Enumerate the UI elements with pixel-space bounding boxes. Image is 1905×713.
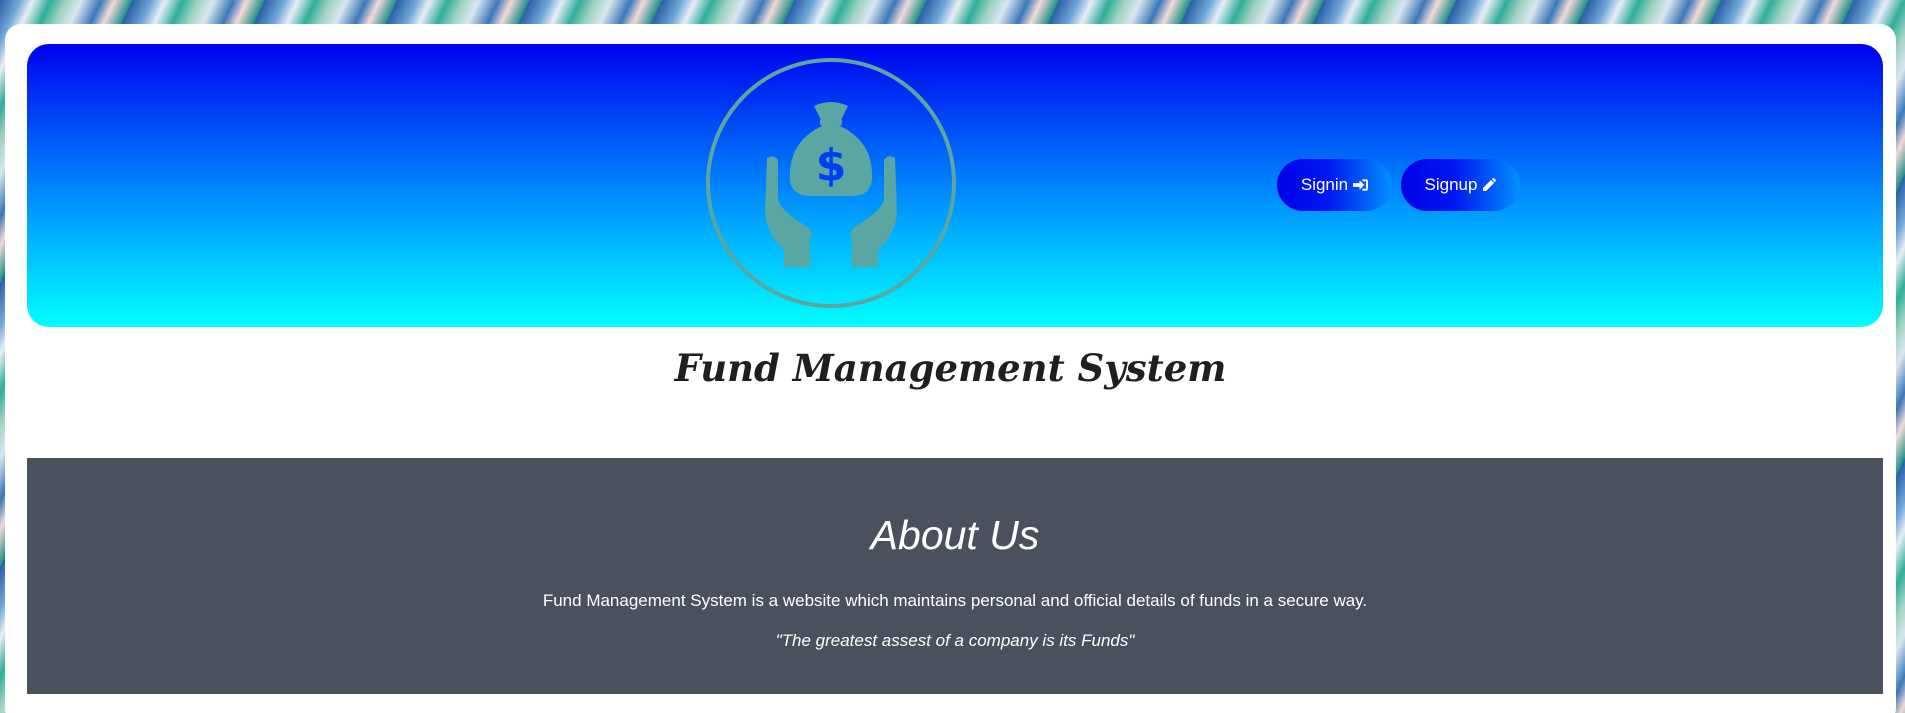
site-logo: $ [706, 58, 956, 308]
pencil-icon [1483, 178, 1497, 191]
svg-text:$: $ [816, 140, 847, 191]
signup-button[interactable]: Signup [1401, 159, 1520, 211]
site-title: Fund Management System [674, 346, 1227, 390]
header-banner: $ Signin Signup [27, 44, 1883, 327]
signin-button[interactable]: Signin [1277, 159, 1392, 211]
about-section: About Us Fund Management System is a web… [27, 458, 1883, 694]
signin-label: Signin [1300, 175, 1349, 194]
hands-money-bag-icon: $ [765, 102, 897, 267]
signup-label: Signup [1424, 175, 1478, 194]
about-description: Fund Management System is a website whic… [542, 591, 1368, 610]
page-card: $ Signin Signup Fund Management System A… [5, 24, 1896, 713]
about-quote: "The greatest assest of a company is its… [775, 631, 1135, 650]
sign-in-icon [1353, 179, 1369, 191]
about-heading: About Us [870, 512, 1040, 558]
